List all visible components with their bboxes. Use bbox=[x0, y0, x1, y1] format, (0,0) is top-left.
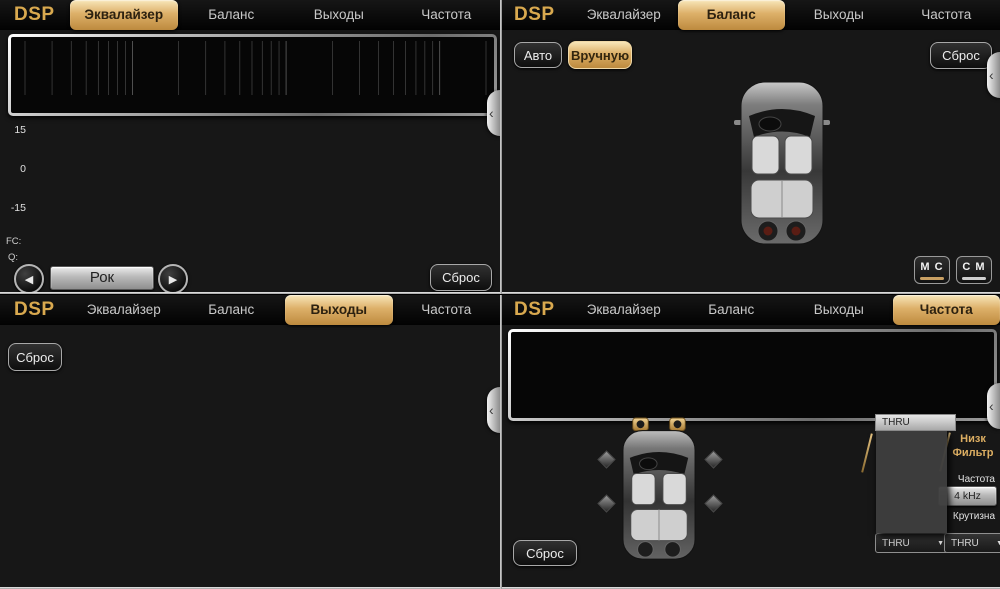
mc-button[interactable]: M C bbox=[914, 256, 950, 284]
left-filter-tab-edge bbox=[861, 433, 873, 472]
eq-scale-max: 15 bbox=[2, 124, 26, 136]
balance-panel: DSPЭквалайзерБалансВыходыЧастота Авто Вр… bbox=[500, 0, 1000, 294]
header-frequency: DSPЭквалайзерБалансВыходыЧастота bbox=[500, 295, 1000, 325]
outputs-reset-button[interactable]: Сброс bbox=[8, 343, 62, 371]
eq-curve-svg bbox=[11, 37, 488, 107]
tab-equalizer[interactable]: Эквалайзер bbox=[70, 295, 178, 325]
mc-underline bbox=[920, 277, 944, 280]
speaker-icon bbox=[597, 494, 615, 512]
speaker-icon bbox=[597, 450, 615, 468]
tab-balance[interactable]: Баланс bbox=[178, 295, 286, 325]
xo-reset-button[interactable]: Сброс bbox=[513, 540, 577, 566]
xo-graph bbox=[511, 332, 994, 418]
q-row-label: Q: bbox=[8, 252, 18, 263]
low-filter-line1: Низк bbox=[949, 433, 997, 447]
cm-underline bbox=[962, 277, 986, 280]
chevron-left-icon: ‹ bbox=[989, 66, 994, 84]
tab-outputs[interactable]: Выходы bbox=[785, 0, 893, 30]
eq-graph bbox=[11, 37, 494, 113]
slope-dropdown-list bbox=[876, 430, 947, 533]
tab-frequency[interactable]: Частота bbox=[893, 0, 1000, 30]
dsp-logo: DSP bbox=[500, 0, 570, 30]
preset-prev-button[interactable]: ◀ bbox=[14, 264, 44, 294]
caret-down-icon: ▼ bbox=[996, 540, 1000, 547]
auto-button[interactable]: Авто bbox=[514, 42, 562, 68]
hpf-slope-select[interactable]: THRU ▼ bbox=[944, 533, 1000, 553]
tab-frequency[interactable]: Частота bbox=[393, 295, 501, 325]
preset-next-button[interactable]: ▶ bbox=[158, 264, 188, 294]
low-filter-line2: Фильтр bbox=[949, 447, 997, 461]
dsp-logo: DSP bbox=[0, 295, 70, 325]
lpf-slope-select[interactable]: THRU ▼ bbox=[875, 533, 949, 553]
eq-graph-frame bbox=[8, 34, 497, 116]
dsp-logo: DSP bbox=[500, 295, 570, 325]
balance-reset-button[interactable]: Сброс bbox=[930, 42, 992, 69]
tab-balance[interactable]: Баланс bbox=[178, 0, 286, 30]
manual-button[interactable]: Вручную bbox=[568, 41, 632, 69]
edge-handle[interactable]: ‹ bbox=[487, 387, 500, 433]
car-top-view-small bbox=[615, 417, 703, 563]
edge-handle[interactable]: ‹ bbox=[487, 90, 500, 136]
outputs-panel: DSPЭквалайзерБалансВыходыЧастота Сброс ‹ bbox=[0, 295, 500, 589]
speaker-icon bbox=[704, 450, 722, 468]
cm-label: C M bbox=[962, 261, 985, 273]
dsp-logo: DSP bbox=[0, 0, 70, 30]
chevron-left-icon: ‹ bbox=[989, 397, 994, 415]
caret-down-icon: ▼ bbox=[937, 540, 944, 547]
tab-equalizer[interactable]: Эквалайзер bbox=[570, 295, 678, 325]
tab-balance[interactable]: Баланс bbox=[678, 295, 786, 325]
eq-scale-min: -15 bbox=[2, 202, 26, 214]
fc-row-label: FC: bbox=[6, 236, 21, 247]
eq-scale-mid: 0 bbox=[2, 163, 26, 175]
tab-outputs[interactable]: Выходы bbox=[285, 295, 393, 325]
edge-handle[interactable]: ‹ bbox=[987, 52, 1000, 98]
tab-balance[interactable]: Баланс bbox=[678, 0, 786, 30]
lpf-slope-value: THRU bbox=[882, 538, 910, 549]
car-top-view bbox=[732, 80, 832, 250]
tab-outputs[interactable]: Выходы bbox=[285, 0, 393, 30]
preset-display[interactable]: Рок bbox=[50, 266, 154, 290]
header-equalizer: DSPЭквалайзерБалансВыходыЧастота bbox=[0, 0, 500, 30]
tab-frequency[interactable]: Частота bbox=[393, 0, 501, 30]
eq-reset-button[interactable]: Сброс bbox=[430, 264, 492, 291]
chevron-left-icon: ‹ bbox=[489, 401, 494, 419]
chevron-left-icon: ‹ bbox=[489, 104, 494, 122]
dsp-screen: DSPЭквалайзерБалансВыходыЧастота 15 0 -1… bbox=[0, 0, 1000, 589]
hpf-slope-value: THRU bbox=[951, 538, 979, 549]
xo-curve-svg bbox=[511, 332, 811, 418]
mc-label: M C bbox=[920, 261, 943, 273]
header-outputs: DSPЭквалайзерБалансВыходыЧастота bbox=[0, 295, 500, 325]
equalizer-panel: DSPЭквалайзерБалансВыходыЧастота 15 0 -1… bbox=[0, 0, 500, 294]
frequency-panel: DSPЭквалайзерБалансВыходыЧастота Сброс bbox=[500, 295, 1000, 589]
tab-outputs[interactable]: Выходы bbox=[785, 295, 893, 325]
speaker-icon bbox=[704, 494, 722, 512]
tab-equalizer[interactable]: Эквалайзер bbox=[70, 0, 178, 30]
slope-dropdown-selected[interactable]: THRU bbox=[875, 414, 956, 431]
edge-handle[interactable]: ‹ bbox=[987, 383, 1000, 429]
low-filter-tab[interactable]: Низк Фильтр bbox=[949, 433, 997, 461]
cm-button[interactable]: C M bbox=[956, 256, 992, 284]
header-balance: DSPЭквалайзерБалансВыходыЧастота bbox=[500, 0, 1000, 30]
tab-equalizer[interactable]: Эквалайзер bbox=[570, 0, 678, 30]
tab-frequency[interactable]: Частота bbox=[893, 295, 1000, 325]
xo-graph-frame bbox=[508, 329, 997, 421]
